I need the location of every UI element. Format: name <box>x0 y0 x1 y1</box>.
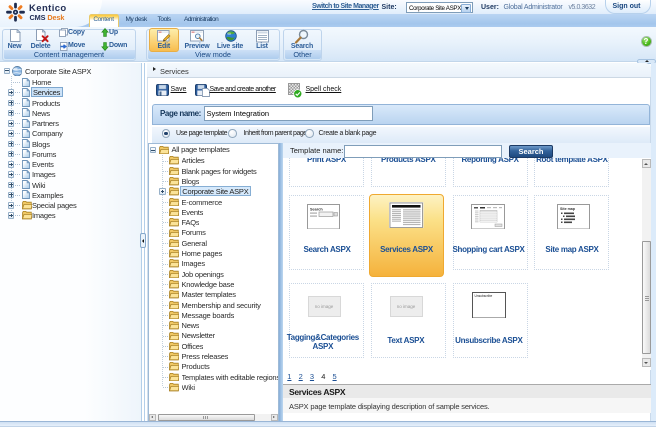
svg-text:Site map: Site map <box>560 207 576 211</box>
svg-text:Unsubscribe: Unsubscribe <box>475 293 493 297</box>
svg-text:Search: Search <box>310 207 323 211</box>
